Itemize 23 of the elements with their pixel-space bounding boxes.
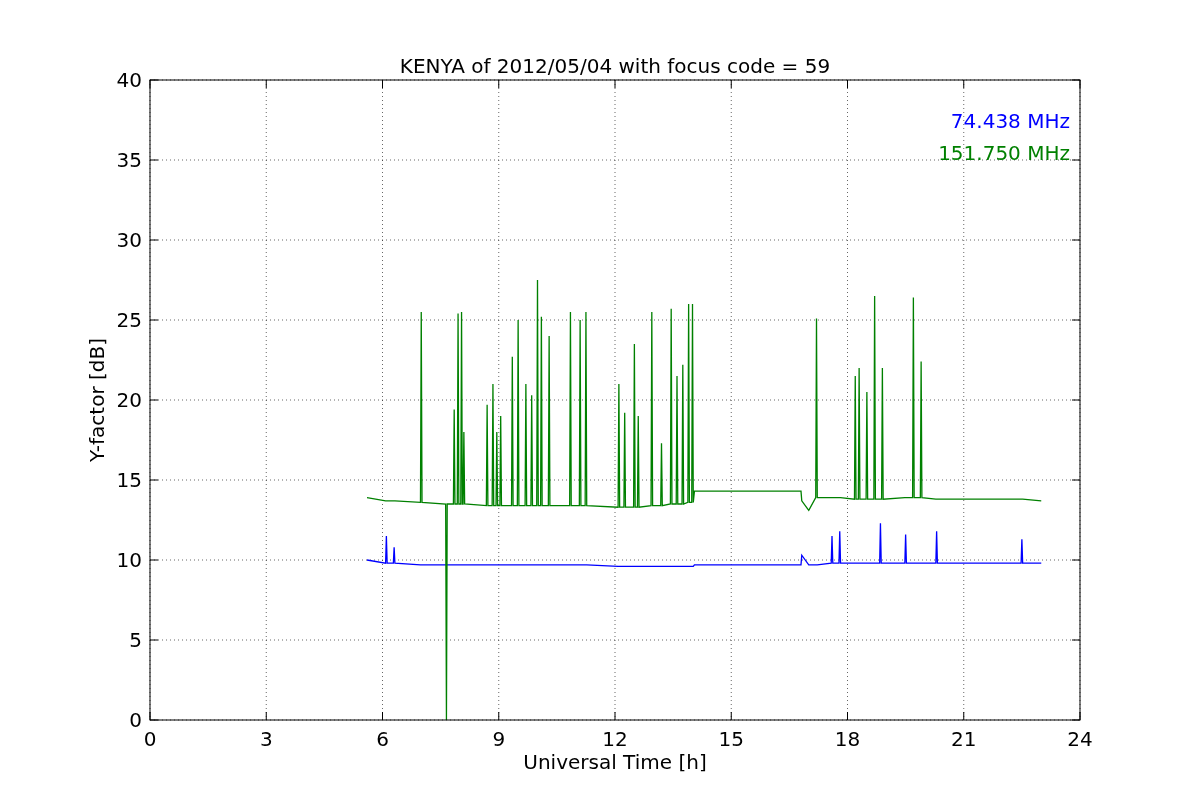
y-tick-label: 35 — [116, 148, 142, 172]
y-tick-label: 10 — [116, 548, 142, 572]
x-tick-label: 24 — [1067, 727, 1093, 751]
x-axis-label: Universal Time [h] — [523, 750, 707, 774]
legend-label: 151.750 MHz — [938, 141, 1070, 165]
y-tick-label: 30 — [116, 228, 142, 252]
x-tick-label: 0 — [143, 727, 157, 751]
y-tick-label: 40 — [116, 68, 142, 92]
x-tick-label: 15 — [718, 727, 744, 751]
x-tick-label: 18 — [834, 727, 861, 751]
x-tick-label: 12 — [602, 727, 628, 751]
legend-label: 74.438 MHz — [950, 109, 1070, 133]
y-tick-label: 25 — [116, 308, 142, 332]
y-tick-label: 20 — [116, 388, 142, 412]
x-tick-label: 6 — [376, 727, 389, 751]
chart-title: KENYA of 2012/05/04 with focus code = 59 — [399, 54, 831, 78]
y-axis-label: Y-factor [dB] — [85, 338, 109, 462]
x-tick-label: 3 — [259, 727, 273, 751]
x-tick-label: 9 — [492, 727, 506, 751]
y-tick-label: 5 — [129, 628, 142, 652]
x-tick-label: 21 — [951, 727, 977, 751]
y-tick-label: 0 — [129, 708, 142, 732]
y-tick-label: 15 — [116, 468, 142, 492]
